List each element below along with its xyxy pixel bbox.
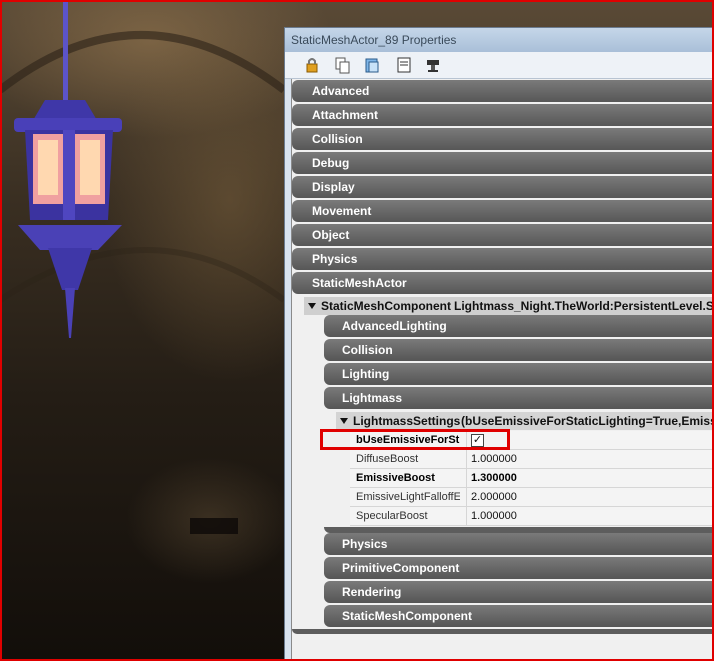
subcategory-collision[interactable]: Collision [324,339,714,361]
property-value[interactable]: 1.000000 [466,507,714,526]
category-movement[interactable]: Movement [292,200,714,222]
property-panel: Advanced Attachment Collision Debug Disp… [291,79,714,660]
toolbar [285,52,714,79]
property-row[interactable]: bUseEmissiveForSt ✓ [350,431,714,450]
category-object[interactable]: Object [292,224,714,246]
property-value[interactable]: 1.000000 [466,450,714,469]
category-attachment[interactable]: Attachment [292,104,714,126]
staticmeshcomponent-row[interactable]: StaticMeshComponent Lightmass_Night.TheW… [304,297,714,315]
properties-window[interactable]: StaticMeshActor_89 Properties Advanced A… [284,27,714,661]
lock-icon[interactable] [303,56,321,74]
subcategory-primitivecomponent[interactable]: PrimitiveComponent [324,557,714,579]
document-icon[interactable] [395,56,413,74]
staticmeshcomponent-value: Lightmass_Night.TheWorld:PersistentLevel… [454,299,714,313]
category-collision[interactable]: Collision [292,128,714,150]
category-staticmeshactor[interactable]: StaticMeshActor [292,272,714,294]
property-name: SpecularBoost [356,510,428,522]
property-row[interactable]: SpecularBoost 1.000000 [350,507,714,526]
subcategory-staticmeshcomponent[interactable]: StaticMeshComponent [324,605,714,627]
checkbox[interactable]: ✓ [471,434,484,447]
stamp-icon[interactable] [425,56,443,74]
expand-arrow-icon[interactable] [308,303,316,309]
subcategory-advancedlighting[interactable]: AdvancedLighting [324,315,714,337]
property-name: EmissiveLightFalloffExp [356,491,460,503]
subcategory-rendering[interactable]: Rendering [324,581,714,603]
paste-icon[interactable] [363,56,381,74]
window-title[interactable]: StaticMeshActor_89 Properties [285,28,714,52]
property-row[interactable]: EmissiveLightFalloffExp 2.000000 [350,488,714,507]
subcategory-lightmass[interactable]: Lightmass [324,387,714,409]
expand-arrow-icon[interactable] [340,418,348,424]
copy-icon[interactable] [333,56,351,74]
property-row[interactable]: EmissiveBoost 1.300000 [350,469,714,488]
lightmasssettings-row[interactable]: LightmassSettings (bUseEmissiveForStatic… [336,412,714,430]
property-name: bUseEmissiveForSt [356,434,460,446]
category-advanced[interactable]: Advanced [292,80,714,102]
category-debug[interactable]: Debug [292,152,714,174]
category-physics[interactable]: Physics [292,248,714,270]
lightmasssettings-value: (bUseEmissiveForStaticLighting=True,Emis… [461,414,714,428]
subcategory-physics[interactable]: Physics [324,533,714,555]
staticmeshcomponent-group-end [292,629,714,634]
property-name: EmissiveBoost [356,472,435,484]
property-row[interactable]: DiffuseBoost 1.000000 [350,450,714,469]
property-value[interactable]: ✓ [466,431,714,450]
lightmasssettings-label: LightmassSettings [353,414,461,428]
staticmeshcomponent-label: StaticMeshComponent [321,299,452,313]
subcategory-lighting[interactable]: Lighting [324,363,714,385]
property-value[interactable]: 1.300000 [466,469,714,488]
property-value[interactable]: 2.000000 [466,488,714,507]
category-display[interactable]: Display [292,176,714,198]
property-name: DiffuseBoost [356,453,419,465]
